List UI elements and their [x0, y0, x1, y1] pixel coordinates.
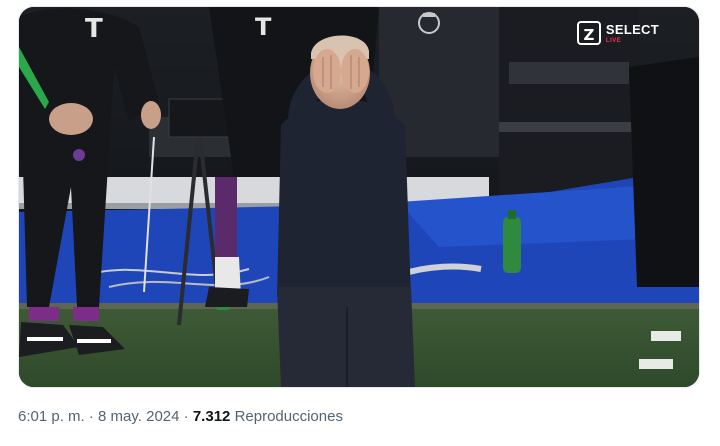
tweet-media-photo[interactable]: T T Z SELECT LIVE: [18, 6, 700, 388]
stadium-scene: T T: [19, 7, 699, 387]
tweet-meta: 6:01 p. m. · 8 may. 2024 · 7.312 Reprodu…: [18, 408, 343, 425]
svg-text:T: T: [85, 14, 103, 44]
tweet-date[interactable]: 8 may. 2024: [98, 408, 179, 425]
brand-sub: LIVE: [605, 37, 622, 44]
broadcaster-logo: Z SELECT LIVE: [576, 21, 659, 45]
views-label: Reproducciones: [234, 408, 343, 425]
brand-text: SELECT LIVE: [606, 23, 659, 44]
brand-mark: Z: [576, 21, 601, 45]
tweet-time[interactable]: 6:01 p. m.: [18, 408, 85, 425]
tweet-container: T T Z SELECT LIVE 6:01 p. m. · 8 may. 20…: [0, 0, 720, 446]
svg-text:T: T: [255, 13, 272, 41]
views-count: 7.312: [192, 408, 231, 425]
separator-dot: ·: [88, 408, 94, 425]
separator-dot: ·: [183, 408, 189, 425]
brand-name: SELECT: [605, 21, 659, 37]
